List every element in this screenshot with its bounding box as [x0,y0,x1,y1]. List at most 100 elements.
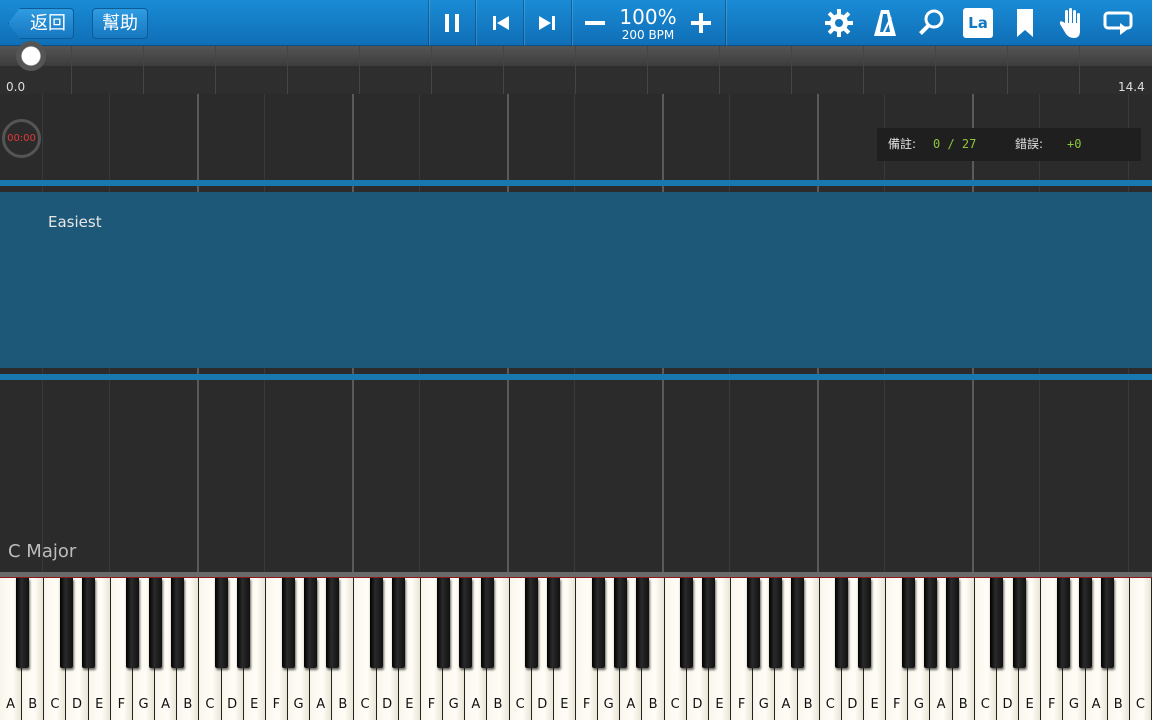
ruler-start-label: 0.0 [6,80,26,94]
black-key[interactable] [791,578,805,668]
white-key-label: F [892,697,901,712]
white-key-label: F [117,697,126,712]
black-key[interactable] [15,578,29,668]
black-key[interactable] [170,578,184,668]
white-key-label: C [205,697,215,712]
ruler-tick [431,46,432,94]
app: 返回 幫助 100% 200 BPM La 0.0 14.4 00:00 Eas… [0,0,1152,720]
ruler-tick [1007,46,1008,94]
white-key-label: G [293,697,304,712]
white-key-label: B [958,697,968,712]
white-key-label: E [560,697,569,712]
black-key[interactable] [613,578,627,668]
black-key[interactable] [746,578,760,668]
white-key-label: F [272,697,281,712]
white-key-label: B [183,697,193,712]
white-key-label: A [1091,697,1101,712]
loop-icon[interactable] [1101,6,1135,40]
white-key-label: C [360,697,370,712]
black-key[interactable] [392,578,406,668]
note-label-icon[interactable]: La [961,6,995,40]
key-signature-label: C Major [8,541,77,562]
white-key-label: A [316,697,326,712]
white-key-label: D [847,697,858,712]
plus-icon[interactable] [684,6,718,40]
ruler-tick [71,46,72,94]
errors-value: +0 [1067,137,1082,151]
black-key[interactable] [148,578,162,668]
black-key[interactable] [768,578,782,668]
ruler-tick [575,46,576,94]
black-key[interactable] [946,578,960,668]
black-key[interactable] [923,578,937,668]
black-key[interactable] [303,578,317,668]
bookmark-icon[interactable] [1008,6,1042,40]
timeline-track[interactable] [0,46,1152,66]
note-roll[interactable]: 00:00 Easiest C Major 備註: 0 / 27 錯誤: +0 [0,94,1152,572]
white-key-label: E [870,697,879,712]
notes-label: 備註: [888,137,917,151]
black-key[interactable] [480,578,494,668]
black-key[interactable] [525,578,539,668]
minus-icon[interactable] [578,6,612,40]
timeline-ruler[interactable] [0,46,1152,94]
ruler-tick [647,46,648,94]
black-key[interactable] [835,578,849,668]
black-key[interactable] [702,578,716,668]
black-key[interactable] [591,578,605,668]
black-key[interactable] [635,578,649,668]
ruler-tick [215,46,216,94]
black-key[interactable] [547,578,561,668]
back-button[interactable]: 返回 [8,8,74,39]
skip-forward-icon[interactable] [530,6,564,40]
white-key-label: D [692,697,703,712]
playhead-knob[interactable] [16,41,46,71]
white-key-label: B [28,697,38,712]
white-key-label: B [1113,697,1123,712]
white-key-label: C [50,697,60,712]
black-key[interactable] [458,578,472,668]
black-key[interactable] [59,578,73,668]
ruler-tick [719,46,720,94]
white-key[interactable]: C [1129,578,1152,720]
white-key-label: C [515,697,525,712]
black-key[interactable] [901,578,915,668]
score-stats: 備註: 0 / 27 錯誤: +0 [877,128,1141,161]
black-key[interactable] [990,578,1004,668]
black-key[interactable] [680,578,694,668]
note-label-icon-text: La [963,8,993,38]
ruler-end-label: 14.4 [1118,80,1145,94]
piano-keyboard[interactable]: ABCDEFGABCDEFGABCDEFGABCDEFGABCDEFGABCDE… [0,578,1152,720]
black-key[interactable] [82,578,96,668]
black-key[interactable] [370,578,384,668]
white-key-label: C [825,697,835,712]
black-key[interactable] [1056,578,1070,668]
ruler-tick [935,46,936,94]
black-key[interactable] [1079,578,1093,668]
black-key[interactable] [281,578,295,668]
hand-icon[interactable] [1054,6,1088,40]
black-key[interactable] [857,578,871,668]
help-button[interactable]: 幫助 [92,8,148,39]
toolbar-separator [475,0,476,46]
black-key[interactable] [1012,578,1026,668]
gear-icon[interactable] [822,6,856,40]
black-key[interactable] [237,578,251,668]
ruler-tick [1079,46,1080,94]
black-key[interactable] [325,578,339,668]
skip-back-icon[interactable] [484,6,518,40]
white-key-label: C [980,697,990,712]
black-key[interactable] [1101,578,1115,668]
white-key-label: A [161,697,171,712]
pause-icon[interactable] [435,6,469,40]
black-key[interactable] [215,578,229,668]
white-key-label: D [382,697,393,712]
black-key[interactable] [436,578,450,668]
ruler-tick [503,46,504,94]
white-key-label: D [227,697,238,712]
metronome-icon[interactable] [868,6,902,40]
search-icon[interactable] [914,6,948,40]
black-key[interactable] [126,578,140,668]
ruler-tick [863,46,864,94]
white-key-label: D [537,697,548,712]
